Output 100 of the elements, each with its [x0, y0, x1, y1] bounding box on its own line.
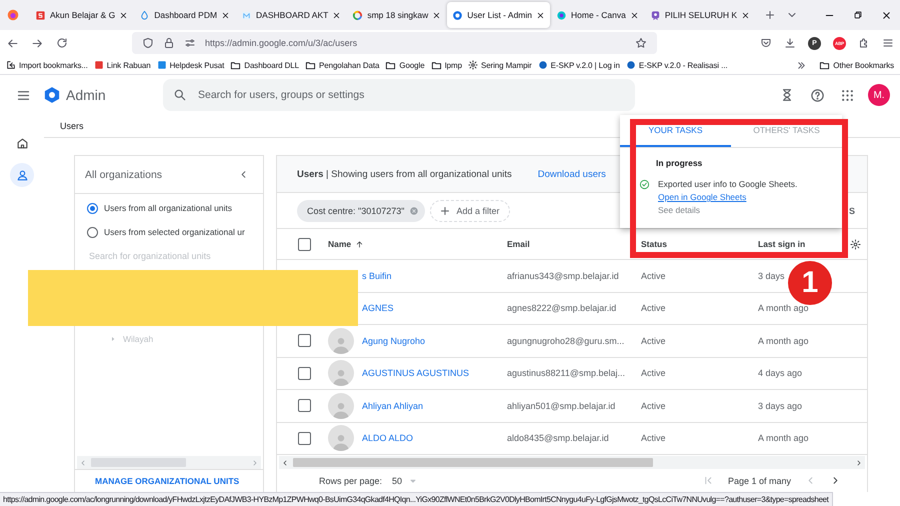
pocket-icon[interactable] — [760, 37, 772, 49]
close-icon[interactable] — [630, 10, 639, 20]
bookmark[interactable]: Import bookmarks... — [6, 60, 88, 70]
bookmark[interactable]: E-SKP v.2.0 - Realisasi ... — [626, 60, 728, 70]
bookmark[interactable]: E-SKP v.2.0 | Log in — [538, 60, 620, 70]
filter-chip[interactable]: Cost centre: "30107273" — [297, 200, 426, 222]
bookmark[interactable]: Dashboard DLL — [230, 60, 300, 70]
column-header[interactable]: Email — [507, 239, 641, 249]
close-icon[interactable] — [432, 10, 442, 20]
back-icon[interactable] — [6, 36, 19, 50]
user-name-link[interactable]: ALDO ALDO — [362, 433, 507, 444]
radio-button[interactable] — [87, 226, 98, 238]
user-name-link[interactable]: s Buifin — [362, 270, 507, 281]
row-checkbox[interactable] — [298, 334, 311, 348]
row-checkbox[interactable] — [298, 399, 311, 412]
reload-icon[interactable] — [56, 37, 68, 49]
close-icon[interactable] — [536, 10, 545, 20]
radio-label[interactable]: Users from selected organizational ur — [104, 227, 245, 237]
column-header[interactable]: Status — [641, 239, 758, 249]
bookmark[interactable]: Helpdesk Pusat — [156, 60, 224, 70]
close-icon[interactable] — [332, 10, 342, 20]
see-details-link[interactable]: See details — [658, 205, 700, 215]
rows-per-page-label: Rows per page: — [319, 476, 382, 486]
bookmark[interactable]: Pengolahan Data — [305, 60, 380, 70]
add-filter-button[interactable]: Add a filter — [430, 200, 510, 222]
row-checkbox[interactable] — [298, 432, 311, 445]
search-icon — [173, 88, 187, 102]
square-logo-icon — [241, 10, 252, 20]
apps-icon[interactable] — [841, 88, 854, 102]
bookmark[interactable]: Google — [385, 60, 425, 70]
user-name-link[interactable]: Agung Nugroho — [362, 336, 507, 346]
bookmark[interactable]: Sering Mampir — [468, 60, 532, 70]
radio-label[interactable]: Users from all organizational units — [104, 203, 232, 213]
scroll-left-icon[interactable] — [281, 458, 289, 466]
menu-icon[interactable] — [882, 37, 894, 49]
double-chevron-icon[interactable] — [796, 60, 808, 70]
table-cell-text: ahliyan501@smp.belajar.id — [507, 400, 616, 411]
popup-tab[interactable]: YOUR TASKS — [620, 115, 731, 147]
user-name-link[interactable]: Ahliyan Ahliyan — [362, 400, 507, 411]
check-circle-icon — [639, 179, 650, 190]
browser-logo-icon[interactable] — [6, 8, 20, 22]
address-field[interactable]: https://admin.google.com/u/3/ac/users — [132, 32, 657, 54]
browser-tab[interactable]: Akun Belajar & G — [30, 2, 134, 28]
site-logo-icon — [94, 60, 104, 70]
scroll-right-icon[interactable] — [855, 458, 863, 466]
manage-link[interactable]: MANAGE ORGANIZATIONAL UNITS — [95, 476, 240, 486]
horizontal-scrollbar[interactable] — [279, 456, 865, 469]
browser-tab[interactable]: smp 18 singkaw — [347, 2, 446, 28]
search-field[interactable]: Search for users, groups or settings — [163, 79, 635, 111]
browser-tab[interactable]: User List - Admin — [447, 2, 550, 28]
ring-logo-icon — [352, 10, 364, 20]
settings-icon[interactable] — [850, 238, 861, 250]
download-link[interactable]: Download users — [538, 168, 606, 180]
puzzle-icon[interactable] — [858, 37, 870, 49]
browser-tab[interactable]: DASHBOARD AKT — [236, 2, 346, 28]
avatar-icon — [328, 328, 354, 354]
bookmark[interactable]: Link Rabuan — [94, 60, 151, 70]
table-cell-text: Active — [641, 400, 667, 411]
restore-icon[interactable] — [853, 10, 863, 20]
user-name-link[interactable]: AGNES — [362, 303, 507, 314]
folder-icon — [305, 60, 316, 70]
row-checkbox[interactable] — [298, 366, 311, 380]
select-all-checkbox[interactable] — [298, 238, 311, 250]
browser-tab[interactable]: PILIH SELURUH K — [644, 2, 756, 28]
forward-icon[interactable] — [31, 36, 44, 50]
download-icon[interactable] — [784, 37, 796, 49]
close-icon[interactable] — [881, 10, 892, 20]
help-icon[interactable] — [810, 88, 825, 102]
hourglass-icon[interactable] — [780, 88, 794, 102]
open-sheets-link[interactable]: Open in Google Sheets — [658, 192, 746, 202]
table-cell-text: Active — [641, 336, 667, 346]
users-nav-button[interactable] — [10, 163, 34, 187]
browser-tab[interactable]: Home - Canva — [551, 2, 644, 28]
sliders-icon[interactable] — [184, 37, 196, 49]
avatar-icon — [328, 392, 354, 419]
section-title: In progress — [656, 158, 702, 168]
task-message: Exported user info to Google Sheets. — [658, 179, 798, 189]
close-icon[interactable] — [119, 10, 128, 20]
plus-icon[interactable] — [764, 9, 776, 21]
radio-button[interactable] — [87, 202, 98, 214]
org-search-field[interactable]: Search for organizational units — [87, 250, 257, 262]
square-logo-icon — [35, 10, 46, 20]
avatar[interactable]: M. — [868, 84, 890, 106]
close-icon[interactable] — [741, 10, 750, 20]
drop-logo-icon — [139, 10, 150, 20]
user-name-link[interactable]: AGUSTINUS AGUSTINUS — [362, 368, 507, 378]
filters-button[interactable]: S — [848, 206, 855, 216]
table-cell-text: afrianus343@smp.belajar.id — [507, 270, 620, 281]
close-icon[interactable] — [221, 10, 230, 20]
folder-icon — [819, 60, 830, 70]
bookmark[interactable]: Ipmp — [430, 60, 462, 70]
rows-per-page-select[interactable]: 50 — [392, 476, 418, 486]
star-icon[interactable] — [635, 37, 647, 49]
column-header[interactable]: Name — [322, 239, 507, 249]
browser-tab[interactable]: Dashboard PDM — [134, 2, 236, 28]
column-header[interactable]: Last sign in — [758, 238, 867, 250]
site-logo-icon — [626, 60, 636, 70]
bookmark[interactable]: Other Bookmarks — [819, 60, 894, 70]
page-indicator: Page 1 of many — [728, 476, 791, 486]
table-cell-text: A month ago — [758, 433, 810, 444]
